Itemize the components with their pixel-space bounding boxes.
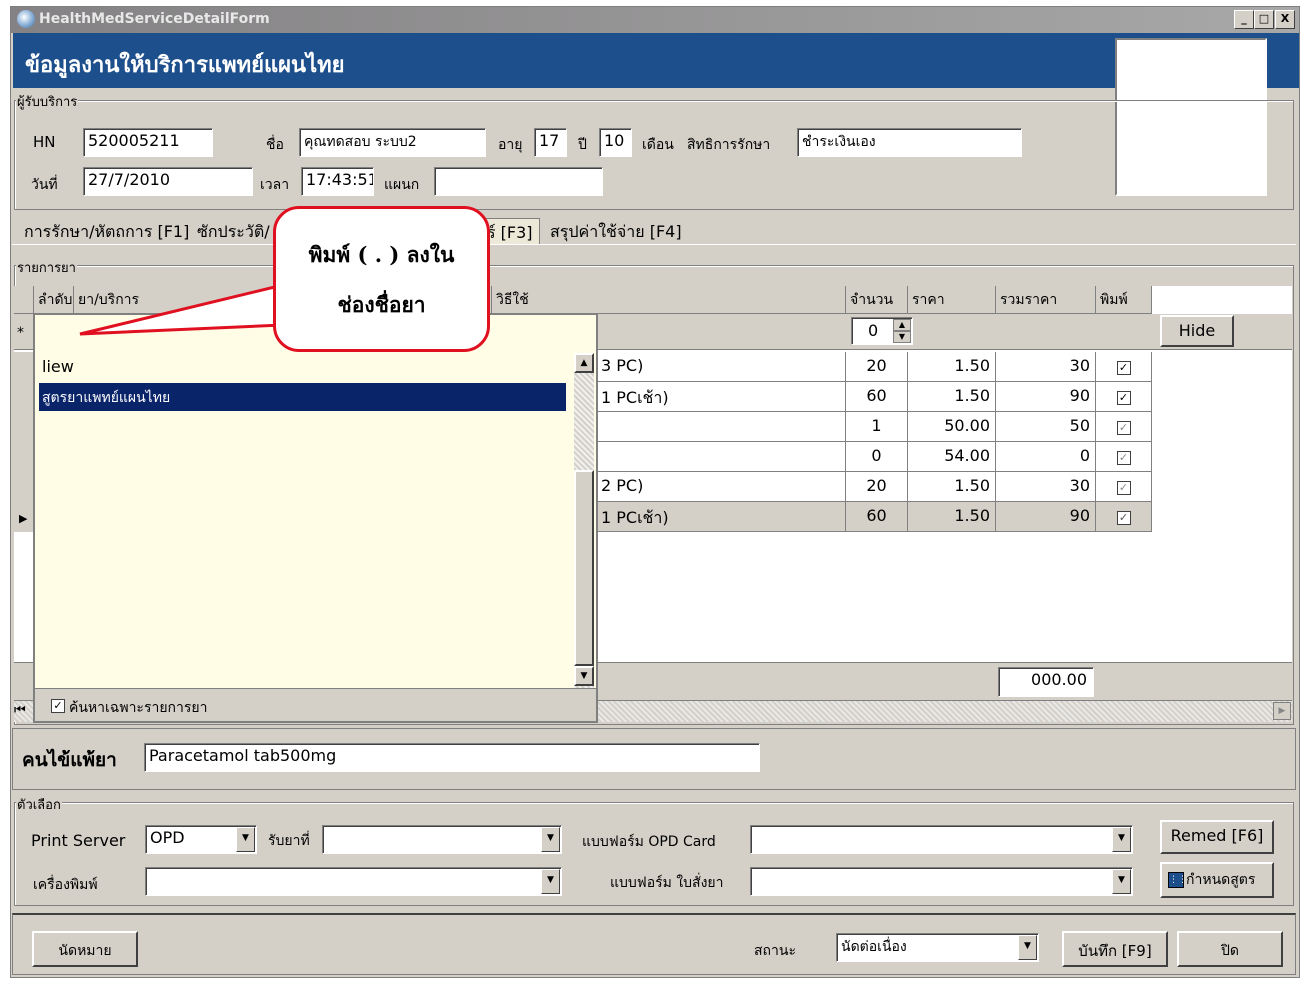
formula-button-label: กำหนดสูตร [1186, 872, 1256, 888]
chevron-down-icon[interactable]: ▼ [1112, 827, 1131, 852]
print-server-value: OPD [150, 828, 185, 847]
chevron-down-icon[interactable]: ▼ [1112, 869, 1131, 894]
chevron-down-icon[interactable]: ▼ [541, 869, 560, 894]
callout-joint [278, 283, 288, 323]
opd-card-label: แบบฟอร์ม OPD Card [582, 834, 716, 850]
calendar-icon: ⋮⋮ [1168, 872, 1187, 888]
instruction-callout: พิมพ์ ( . ) ลงใน ช่องชื่อยา [273, 206, 490, 352]
print-server-label: Print Server [31, 831, 126, 850]
print-server-select[interactable]: OPD ▼ [145, 825, 257, 854]
close-button[interactable]: ปิด [1177, 931, 1283, 967]
callout-line-2: ช่องชื่อยา [337, 292, 426, 317]
chevron-down-icon[interactable]: ▼ [541, 827, 560, 852]
status-value: นัดต่อเนื่อง [841, 939, 907, 955]
remed-button[interactable]: Remed [F6] [1160, 820, 1274, 854]
order-form-select[interactable]: ▼ [750, 867, 1133, 896]
allergy-field[interactable]: Paracetamol tab500mg [144, 743, 760, 772]
chevron-down-icon[interactable]: ▼ [1018, 935, 1037, 960]
receive-select[interactable]: ▼ [322, 825, 562, 854]
chevron-down-icon[interactable]: ▼ [236, 827, 255, 852]
save-button[interactable]: บันทึก [F9] [1062, 931, 1168, 967]
order-form-label: แบบฟอร์ม ใบสั่งยา [610, 875, 724, 891]
printer-select[interactable]: ▼ [145, 867, 562, 896]
printer-label: เครื่องพิมพ์ [33, 877, 98, 893]
opd-card-select[interactable]: ▼ [750, 825, 1133, 854]
appointment-button[interactable]: นัดหมาย [32, 931, 138, 967]
allergy-label: คนไข้แพ้ยา [22, 749, 117, 771]
status-select[interactable]: นัดต่อเนื่อง ▼ [836, 933, 1039, 962]
callout-line-1: พิมพ์ ( . ) ลงใน [308, 242, 455, 267]
status-label: สถานะ [754, 943, 796, 959]
options-group-label: ตัวเลือก [16, 794, 62, 815]
receive-label: รับยาที่ [268, 833, 310, 849]
formula-button[interactable]: ⋮⋮ กำหนดสูตร [1160, 862, 1274, 898]
